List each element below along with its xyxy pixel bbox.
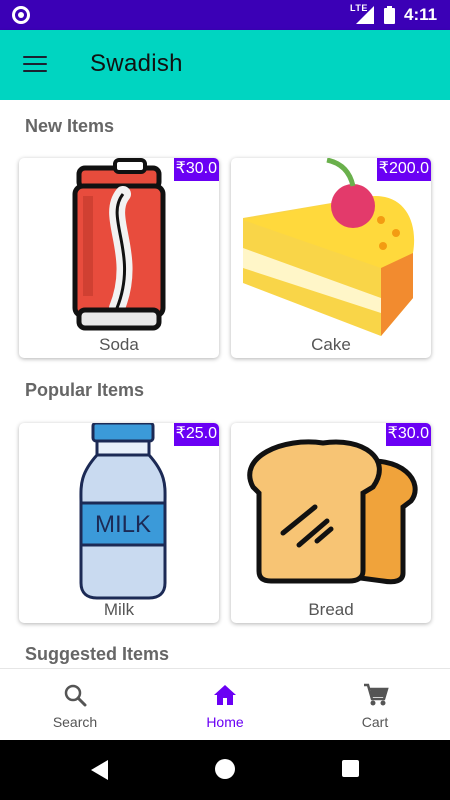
cart-icon [364,683,389,706]
cake-slice-icon [243,158,415,336]
nav-cart-label: Cart [361,714,389,730]
bread-slice-icon [247,439,418,585]
product-name: Milk [103,600,135,619]
price-badge: ₹200.0 [376,158,431,181]
back-icon[interactable] [90,760,110,780]
section-title-popular-items: Popular Items [25,380,145,400]
main-content[interactable]: New Items ₹30.0 Soda ₹200.0 Cake Popular… [0,100,450,668]
product-name: Cake [311,335,351,354]
status-bar: LTE 4:11 [0,0,450,30]
price-badge: ₹30.0 [173,158,219,181]
app-bar: Swadish [0,30,450,100]
product-card-soda[interactable]: ₹30.0 Soda [19,158,219,358]
recent-apps-icon[interactable] [342,760,359,777]
battery-icon [384,6,395,24]
product-name: Soda [99,335,139,354]
soda-can-icon [72,158,166,331]
product-card-milk[interactable]: MILK ₹25.0 Milk [19,423,219,623]
signal-icon [356,6,374,24]
milk-label-text: MILK [95,511,151,538]
bottom-navigation: Search Home Cart [0,668,450,740]
price-badge: ₹30.0 [385,423,431,446]
notification-icon [12,6,30,24]
product-name: Bread [308,600,354,619]
product-card-cake[interactable]: ₹200.0 Cake [231,158,431,358]
nav-home-label: Home [206,714,244,730]
nav-search-label: Search [52,714,98,730]
nav-search[interactable]: Search [0,669,150,741]
nav-cart[interactable]: Cart [300,669,450,741]
system-navigation-bar [0,740,450,800]
search-icon [64,684,87,707]
price-badge: ₹25.0 [173,423,219,446]
milk-bottle-icon: MILK [79,423,167,600]
menu-icon[interactable] [23,56,47,74]
nav-home[interactable]: Home [150,669,300,741]
section-title-new-items: New Items [25,116,115,136]
app-title: Swadish [90,50,183,77]
section-title-suggested-items: Suggested Items [25,644,170,664]
product-card-bread[interactable]: ₹30.0 Bread [231,423,431,623]
clock: 4:11 [404,5,438,24]
home-button-icon[interactable] [215,759,235,779]
home-icon [214,685,236,705]
